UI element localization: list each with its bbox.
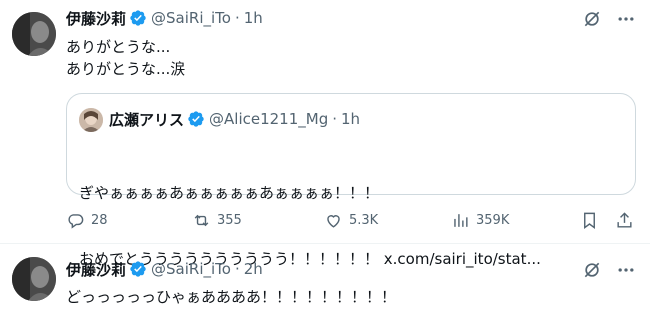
- tweet-text-line: どっっっっっひゃぁああああ！！！！！！！！！: [66, 288, 397, 306]
- like-icon: [327, 214, 340, 228]
- grok-icon[interactable]: [582, 260, 602, 280]
- like-button[interactable]: 5.3K: [324, 207, 378, 233]
- handle[interactable]: @SaiRi_iTo: [151, 9, 231, 27]
- tweet[interactable]: 伊藤沙莉 @SaiRi_iTo · 2h どっっっっっひゃぁああああ！！！！！！…: [0, 245, 650, 314]
- like-count: 5.3K: [349, 212, 379, 228]
- reply-button[interactable]: 28: [66, 207, 108, 233]
- timestamp[interactable]: 2h: [244, 260, 263, 278]
- views-button[interactable]: 359K: [451, 207, 509, 233]
- action-bar: 28 355 5.3K 359K: [62, 207, 640, 233]
- verified-badge-icon: [130, 261, 146, 277]
- separator-dot: ·: [332, 110, 338, 128]
- separator-dot: ·: [234, 9, 240, 27]
- grok-icon[interactable]: [582, 9, 602, 29]
- repost-count: 355: [217, 212, 242, 228]
- more-icon[interactable]: [616, 260, 636, 280]
- display-name[interactable]: 伊藤沙莉: [66, 259, 126, 280]
- tweet-header: 伊藤沙莉 @SaiRi_iTo · 2h: [66, 259, 263, 279]
- more-icon[interactable]: [616, 9, 636, 29]
- bookmark-icon: [584, 212, 595, 229]
- views-count: 359K: [476, 212, 510, 228]
- reply-count: 28: [91, 212, 108, 228]
- reply-icon: [68, 213, 84, 229]
- display-name[interactable]: 広瀬アリス: [109, 109, 184, 130]
- handle[interactable]: @SaiRi_iTo: [151, 260, 231, 278]
- bookmark-button[interactable]: [580, 207, 599, 233]
- views-icon: [454, 213, 468, 227]
- share-button[interactable]: [615, 207, 634, 233]
- tweet-header-actions: [582, 260, 636, 280]
- repost-icon: [194, 214, 209, 226]
- repost-button[interactable]: 355: [192, 207, 242, 233]
- timestamp[interactable]: 1h: [244, 9, 263, 27]
- quote-text-line: ぎやぁぁぁぁあぁぁぁぁぁあぁぁぁぁ！！！: [79, 184, 380, 202]
- quote-header: 広瀬アリス @Alice1211_Mg · 1h: [109, 108, 360, 130]
- quote-tweet[interactable]: 広瀬アリス @Alice1211_Mg · 1h ぎやぁぁぁぁあぁぁぁぁぁあぁぁ…: [66, 93, 636, 268]
- verified-badge-icon: [130, 10, 146, 26]
- separator-dot: ·: [234, 260, 240, 278]
- avatar[interactable]: [12, 257, 56, 301]
- avatar[interactable]: [79, 108, 103, 132]
- handle[interactable]: @Alice1211_Mg: [209, 110, 328, 128]
- tweet-header: 伊藤沙莉 @SaiRi_iTo · 1h: [66, 8, 263, 28]
- avatar[interactable]: [12, 12, 56, 56]
- tweet-text-line: ありがとうな...涙: [66, 60, 186, 78]
- timestamp[interactable]: 1h: [341, 110, 360, 128]
- tweet-header-actions: [582, 9, 636, 29]
- share-icon: [617, 211, 632, 228]
- tweet[interactable]: 伊藤沙莉 @SaiRi_iTo · 1h ありがとうな... ありがとうな...…: [0, 0, 650, 268]
- verified-badge-icon: [188, 111, 204, 127]
- display-name[interactable]: 伊藤沙莉: [66, 8, 126, 29]
- tweet-text-line: ありがとうな...: [66, 38, 171, 56]
